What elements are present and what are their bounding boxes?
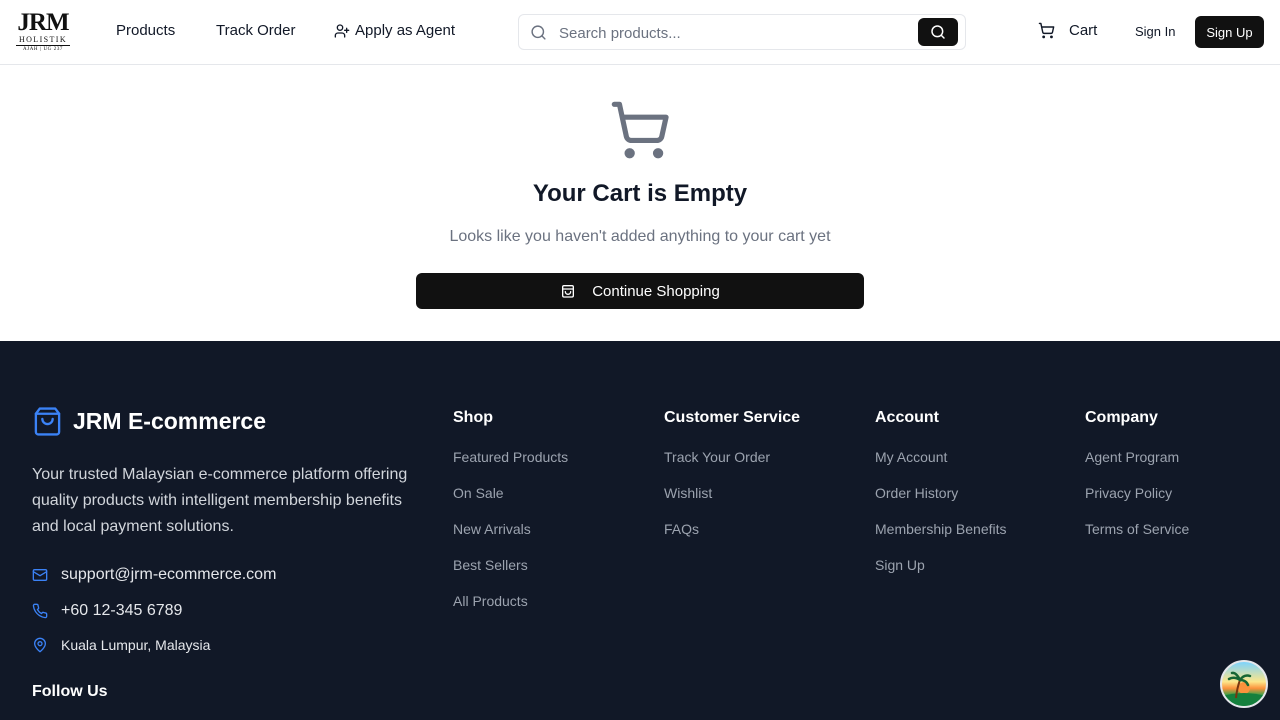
footer-column-customer-service: Customer Service Track Your Order Wishli… [664,409,800,557]
sign-in-button[interactable]: Sign In [1135,24,1175,39]
phone-icon [32,603,48,619]
continue-shopping-label: Continue Shopping [592,282,720,300]
contact-location: Kuala Lumpur, Malaysia [32,637,210,653]
follow-us-heading: Follow Us [32,683,108,700]
mail-icon [32,569,48,581]
contact-email-text: support@jrm-ecommerce.com [61,566,277,583]
empty-cart-title: Your Cart is Empty [532,180,748,207]
cart-link[interactable]: Cart [1038,22,1097,39]
footer-brand[interactable]: JRM E-commerce [32,405,266,438]
cart-label: Cart [1069,22,1098,39]
search-icon [531,25,546,40]
search-input[interactable] [559,19,929,47]
footer-column-company: Company Agent Program Privacy Policy Ter… [1085,409,1189,557]
contact-location-text: Kuala Lumpur, Malaysia [61,637,211,653]
footer-link[interactable]: Track Your Order [664,449,800,485]
footer-link[interactable]: Order History [875,485,1007,521]
footer-link[interactable]: Agent Program [1085,449,1189,485]
chat-widget-button[interactable] [1220,660,1268,708]
continue-shopping-button[interactable]: Continue Shopping [416,273,864,309]
footer-tagline: Your trusted Malaysian e-commerce platfo… [32,466,408,535]
footer-column-title: Shop [453,409,493,426]
nav-track-order-label: Track Order [216,22,296,39]
footer-link[interactable]: Privacy Policy [1085,485,1189,521]
shopping-bag-icon [562,285,575,298]
footer-column-title: Company [1085,409,1158,426]
nav-products[interactable]: Products [116,22,175,39]
footer-link[interactable]: Best Sellers [453,557,568,593]
shopping-bag-icon [34,407,61,436]
logo-name: HOLISTIK [18,35,68,44]
footer-column-title: Customer Service [664,409,801,426]
footer-link[interactable]: New Arrivals [453,521,568,557]
footer-column-shop: Shop Featured Products On Sale New Arriv… [453,409,568,629]
logo-mark: JRM [17,9,69,36]
map-pin-icon [34,637,46,653]
footer-link[interactable]: Sign Up [875,557,1007,593]
cart-icon [1038,22,1055,39]
nav-apply-agent[interactable]: Apply as Agent [334,22,455,39]
sign-up-button[interactable]: Sign Up [1195,16,1264,48]
footer-link[interactable]: Terms of Service [1085,521,1189,557]
footer-link[interactable]: On Sale [453,485,568,521]
empty-cart-message: Looks like you haven't added anything to… [449,228,831,245]
search-icon [931,25,945,39]
search-button[interactable] [918,18,958,46]
logo-subtitle: AJAH | UG 237 [16,45,70,52]
search-bar [518,14,966,50]
footer-link[interactable]: Wishlist [664,485,800,521]
palm-tree-icon [1222,671,1266,706]
footer-link[interactable]: FAQs [664,521,800,557]
nav-track-order[interactable]: Track Order [216,22,295,39]
contact-phone-text: +60 12-345 6789 [61,602,183,619]
empty-cart-section: Your Cart is Empty Looks like you haven'… [0,65,1280,341]
footer-column-account: Account My Account Order History Members… [875,409,1007,593]
user-plus-icon [334,23,350,38]
footer-link[interactable]: My Account [875,449,1007,485]
contact-phone[interactable]: +60 12-345 6789 [32,602,182,620]
site-logo[interactable]: JRM HOLISTIK AJAH | UG 237 [16,9,70,52]
site-footer: JRM E-commerce Your trusted Malaysian e-… [0,341,1280,720]
nav-apply-agent-label: Apply as Agent [355,22,456,39]
contact-email[interactable]: support@jrm-ecommerce.com [32,566,276,584]
footer-brand-name: JRM E-commerce [73,408,267,434]
footer-link[interactable]: Featured Products [453,449,568,485]
cart-icon [611,101,669,159]
footer-column-title: Account [875,409,939,426]
site-header: JRM HOLISTIK AJAH | UG 237 Products Trac… [0,0,1280,65]
nav-products-label: Products [116,22,176,39]
footer-link[interactable]: All Products [453,593,568,629]
footer-link[interactable]: Membership Benefits [875,521,1007,557]
